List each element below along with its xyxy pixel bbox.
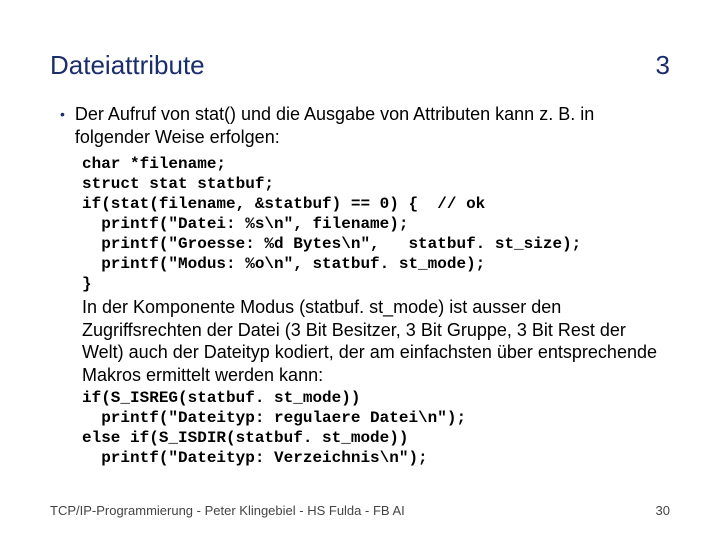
slide-title: Dateiattribute — [50, 50, 205, 81]
footer-page-number: 30 — [656, 503, 670, 518]
code-block-1: char *filename; struct stat statbuf; if(… — [82, 154, 670, 294]
slide: Dateiattribute 3 • Der Aufruf von stat()… — [0, 0, 720, 540]
bullet-item: • Der Aufruf von stat() und die Ausgabe … — [60, 103, 670, 148]
code-block-2: if(S_ISREG(statbuf. st_mode)) printf("Da… — [82, 388, 670, 468]
slide-section-number: 3 — [656, 50, 670, 81]
footer-left: TCP/IP-Programmierung - Peter Klingebiel… — [50, 503, 405, 518]
slide-footer: TCP/IP-Programmierung - Peter Klingebiel… — [50, 503, 670, 518]
slide-header: Dateiattribute 3 — [50, 50, 670, 81]
bullet-text: Der Aufruf von stat() und die Ausgabe vo… — [75, 103, 670, 148]
bullet-dot-icon: • — [60, 106, 65, 122]
explanation-paragraph: In der Komponente Modus (statbuf. st_mod… — [82, 296, 670, 386]
slide-content: • Der Aufruf von stat() und die Ausgabe … — [60, 103, 670, 468]
